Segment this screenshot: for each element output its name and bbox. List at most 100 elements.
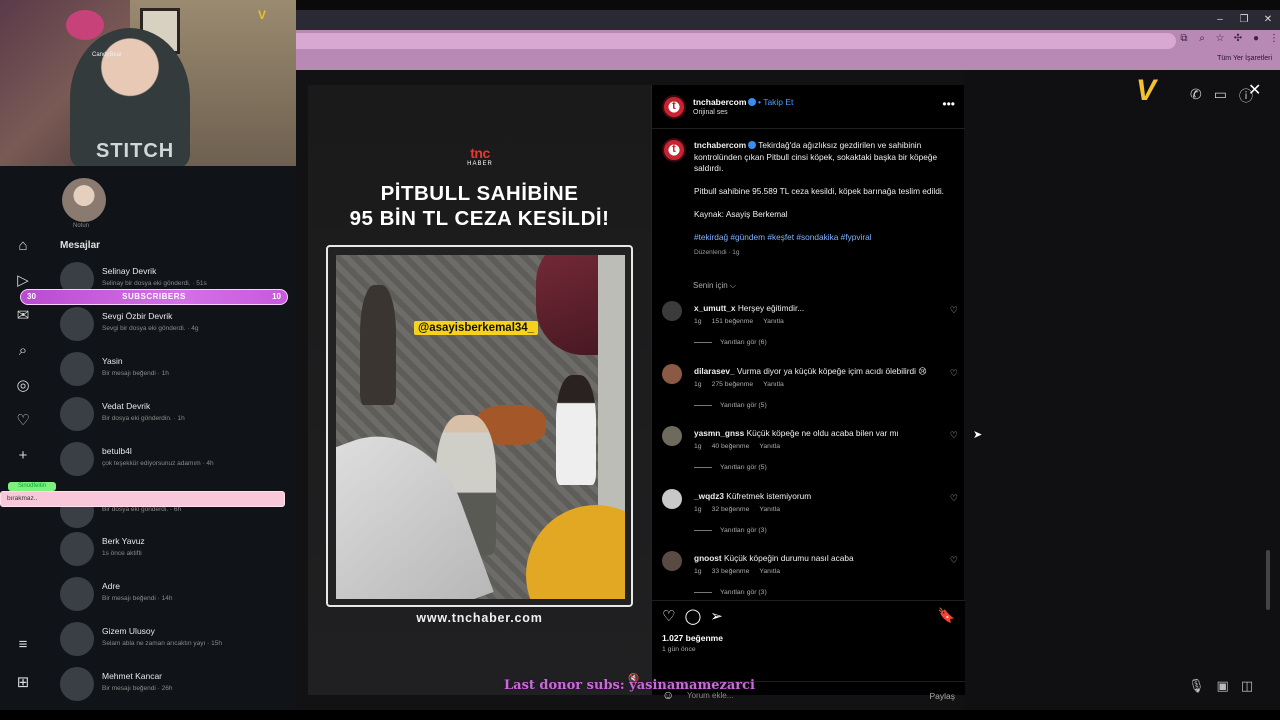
more-options-icon[interactable]: ••• — [942, 97, 955, 111]
like-comment-heart-icon[interactable]: ♡ — [950, 493, 958, 504]
conversation-preview: Bir mesajı beğendi · 26h — [102, 685, 173, 692]
audio-label[interactable]: Orijinal ses — [693, 109, 728, 116]
caption-author[interactable]: tnchabercom — [694, 140, 746, 150]
avatar — [60, 532, 94, 566]
url-input[interactable] — [296, 33, 1176, 49]
explore-icon[interactable]: ◎ — [16, 376, 29, 395]
reply-button[interactable]: Yanıtla — [763, 318, 784, 325]
comment-likes[interactable]: 40 beğenme — [712, 443, 750, 450]
messages-icon[interactable]: ✉ — [17, 306, 30, 325]
avatar[interactable] — [662, 426, 682, 446]
verified-badge-icon — [748, 98, 757, 106]
likes-count[interactable]: 1.027 beğenme — [662, 633, 723, 643]
create-plus-icon[interactable]: + — [19, 446, 28, 465]
avatar[interactable] — [662, 138, 686, 162]
bookmark-star-icon[interactable]: ☆ — [1214, 33, 1226, 44]
caption-hashtags[interactable]: #tekirdağ #gündem #keşfet #sondakika #fy… — [694, 232, 956, 244]
avatar[interactable] — [662, 95, 686, 119]
comment-bubble-icon[interactable]: ◯ — [684, 607, 701, 625]
comment-time: 1g — [694, 381, 702, 388]
conversation-name: betulb4l — [102, 446, 132, 456]
comment-likes[interactable]: 32 beğenme — [712, 506, 750, 513]
close-modal-icon[interactable]: ✕ — [1248, 80, 1261, 100]
comment-sort-dropdown[interactable]: Senin için ⌵ — [693, 281, 736, 291]
avatar[interactable] — [662, 489, 682, 509]
tnc-haber-logo: tnc HABER — [467, 145, 493, 167]
share-send-icon[interactable]: ➢ — [710, 607, 723, 625]
like-comment-heart-icon[interactable]: ♡ — [950, 430, 958, 441]
post-headline-line1: PİTBULL SAHİBİNE — [380, 182, 579, 205]
list-item[interactable]: Gizem Ulusoy Selam abla ne zaman arıcakt… — [60, 620, 296, 660]
image-icon[interactable]: ▣ — [1217, 678, 1229, 694]
comment-user[interactable]: gnoost — [694, 553, 722, 563]
install-icon[interactable]: ⧉ — [1178, 33, 1190, 44]
more-menu-icon[interactable]: ≡ — [19, 636, 28, 653]
list-item[interactable]: Yasin Bir mesajı beğendi · 1h — [60, 350, 296, 390]
comment-user[interactable]: yasmn_gnss — [694, 428, 744, 438]
avatar[interactable] — [662, 551, 682, 571]
avatar[interactable] — [62, 178, 106, 222]
list-item[interactable]: Berk Yavuz 1s önce aktifti — [60, 530, 296, 570]
microphone-icon[interactable]: 🎙 — [1188, 678, 1205, 694]
chat-message-box: bırakmaz.. — [0, 491, 285, 507]
like-comment-heart-icon[interactable]: ♡ — [950, 555, 958, 566]
avatar — [60, 622, 94, 656]
notifications-heart-icon[interactable]: ♡ — [16, 411, 29, 430]
reels-icon[interactable]: ▷ — [17, 271, 29, 290]
comment-user[interactable]: _wqdz3 — [694, 491, 724, 501]
close-window-button[interactable]: ✕ — [1256, 10, 1280, 30]
post-author[interactable]: tnchabercom — [693, 97, 757, 107]
like-heart-icon[interactable]: ♡ — [662, 607, 675, 625]
home-icon[interactable]: ⌂ — [18, 236, 27, 255]
search-icon[interactable]: ⌕ — [19, 341, 27, 360]
phone-icon[interactable]: ✆ — [1190, 86, 1202, 106]
list-item[interactable]: Sevgi Özbir Devrik Sevgi bir dosya eki g… — [60, 305, 296, 345]
comment: yasmn_gnss Küçük köpeğe ne oldu acaba bi… — [662, 426, 958, 486]
zoom-icon[interactable]: ⌕ — [1196, 33, 1208, 44]
avatar[interactable] — [662, 364, 682, 384]
webcam-logo: V — [257, 8, 266, 22]
list-item[interactable]: Vedat Devrik Bir dosya eki gönderdin. · … — [60, 395, 296, 435]
follow-button[interactable]: • Takip Et — [758, 97, 793, 107]
right-backdrop — [964, 70, 1280, 710]
avatar[interactable] — [662, 301, 682, 321]
news-photo: @asayisberkemal34_ — [336, 255, 625, 599]
comment-user[interactable]: dilarasev_ — [694, 366, 735, 376]
minimize-button[interactable]: – — [1208, 10, 1232, 30]
scrollbar[interactable] — [1266, 550, 1270, 610]
restore-button[interactable]: ❐ — [1232, 10, 1256, 30]
comment-likes[interactable]: 33 beğenme — [712, 568, 750, 575]
list-item[interactable]: Adre Bir mesajı beğendi · 14h — [60, 575, 296, 615]
meta-icon[interactable]: ⊞ — [17, 673, 30, 691]
view-replies-button[interactable]: Yanıtları gör (3) — [694, 589, 767, 596]
reply-button[interactable]: Yanıtla — [759, 506, 780, 513]
video-call-icon[interactable]: ▭ — [1214, 86, 1227, 106]
reply-button[interactable]: Yanıtla — [763, 381, 784, 388]
sticker-icon[interactable]: ◫ — [1241, 678, 1253, 694]
view-replies-button[interactable]: Yanıtları gör (6) — [694, 339, 767, 346]
list-item[interactable]: Mehmet Kancar Bir mesajı beğendi · 26h — [60, 665, 296, 705]
view-replies-button[interactable]: Yanıtları gör (5) — [694, 464, 767, 471]
list-item[interactable]: betulb4l çok teşekkür ediyorsunuz adamım… — [60, 440, 296, 480]
conversation-preview: Selinay bir dosya eki gönderdi. · 51s — [102, 280, 207, 287]
post-media[interactable]: tnc HABER PİTBULL SAHİBİNE 95 BİN TL CEZ… — [308, 85, 651, 695]
comment-likes[interactable]: 151 beğenme — [712, 318, 754, 325]
headset-ears — [66, 10, 104, 40]
like-comment-heart-icon[interactable]: ♡ — [950, 305, 958, 316]
comment-user[interactable]: x_umutt_x — [694, 303, 736, 313]
reply-button[interactable]: Yanıtla — [759, 443, 780, 450]
view-replies-button[interactable]: Yanıtları gör (3) — [694, 527, 767, 534]
all-bookmarks-link[interactable]: Tüm Yer İşaretleri — [1217, 55, 1272, 62]
comment: dilarasev_ Vurma diyor ya küçük köpeğe i… — [662, 364, 958, 424]
post-comment-button[interactable]: Paylaş — [929, 691, 955, 701]
comment-likes[interactable]: 275 beğenme — [712, 381, 754, 388]
extensions-icon[interactable]: ✣ — [1232, 33, 1244, 44]
like-comment-heart-icon[interactable]: ♡ — [950, 368, 958, 379]
reply-button[interactable]: Yanıtla — [759, 568, 780, 575]
view-replies-button[interactable]: Yanıtları gör (5) — [694, 402, 767, 409]
profile-icon[interactable]: ● — [1250, 33, 1262, 44]
menu-icon[interactable]: ⋮ — [1268, 33, 1280, 44]
composer-icons: 🎙 ▣ ◫ — [1188, 678, 1253, 694]
comment-time: 1g — [694, 443, 702, 450]
save-bookmark-icon[interactable]: 🔖 — [938, 607, 955, 624]
